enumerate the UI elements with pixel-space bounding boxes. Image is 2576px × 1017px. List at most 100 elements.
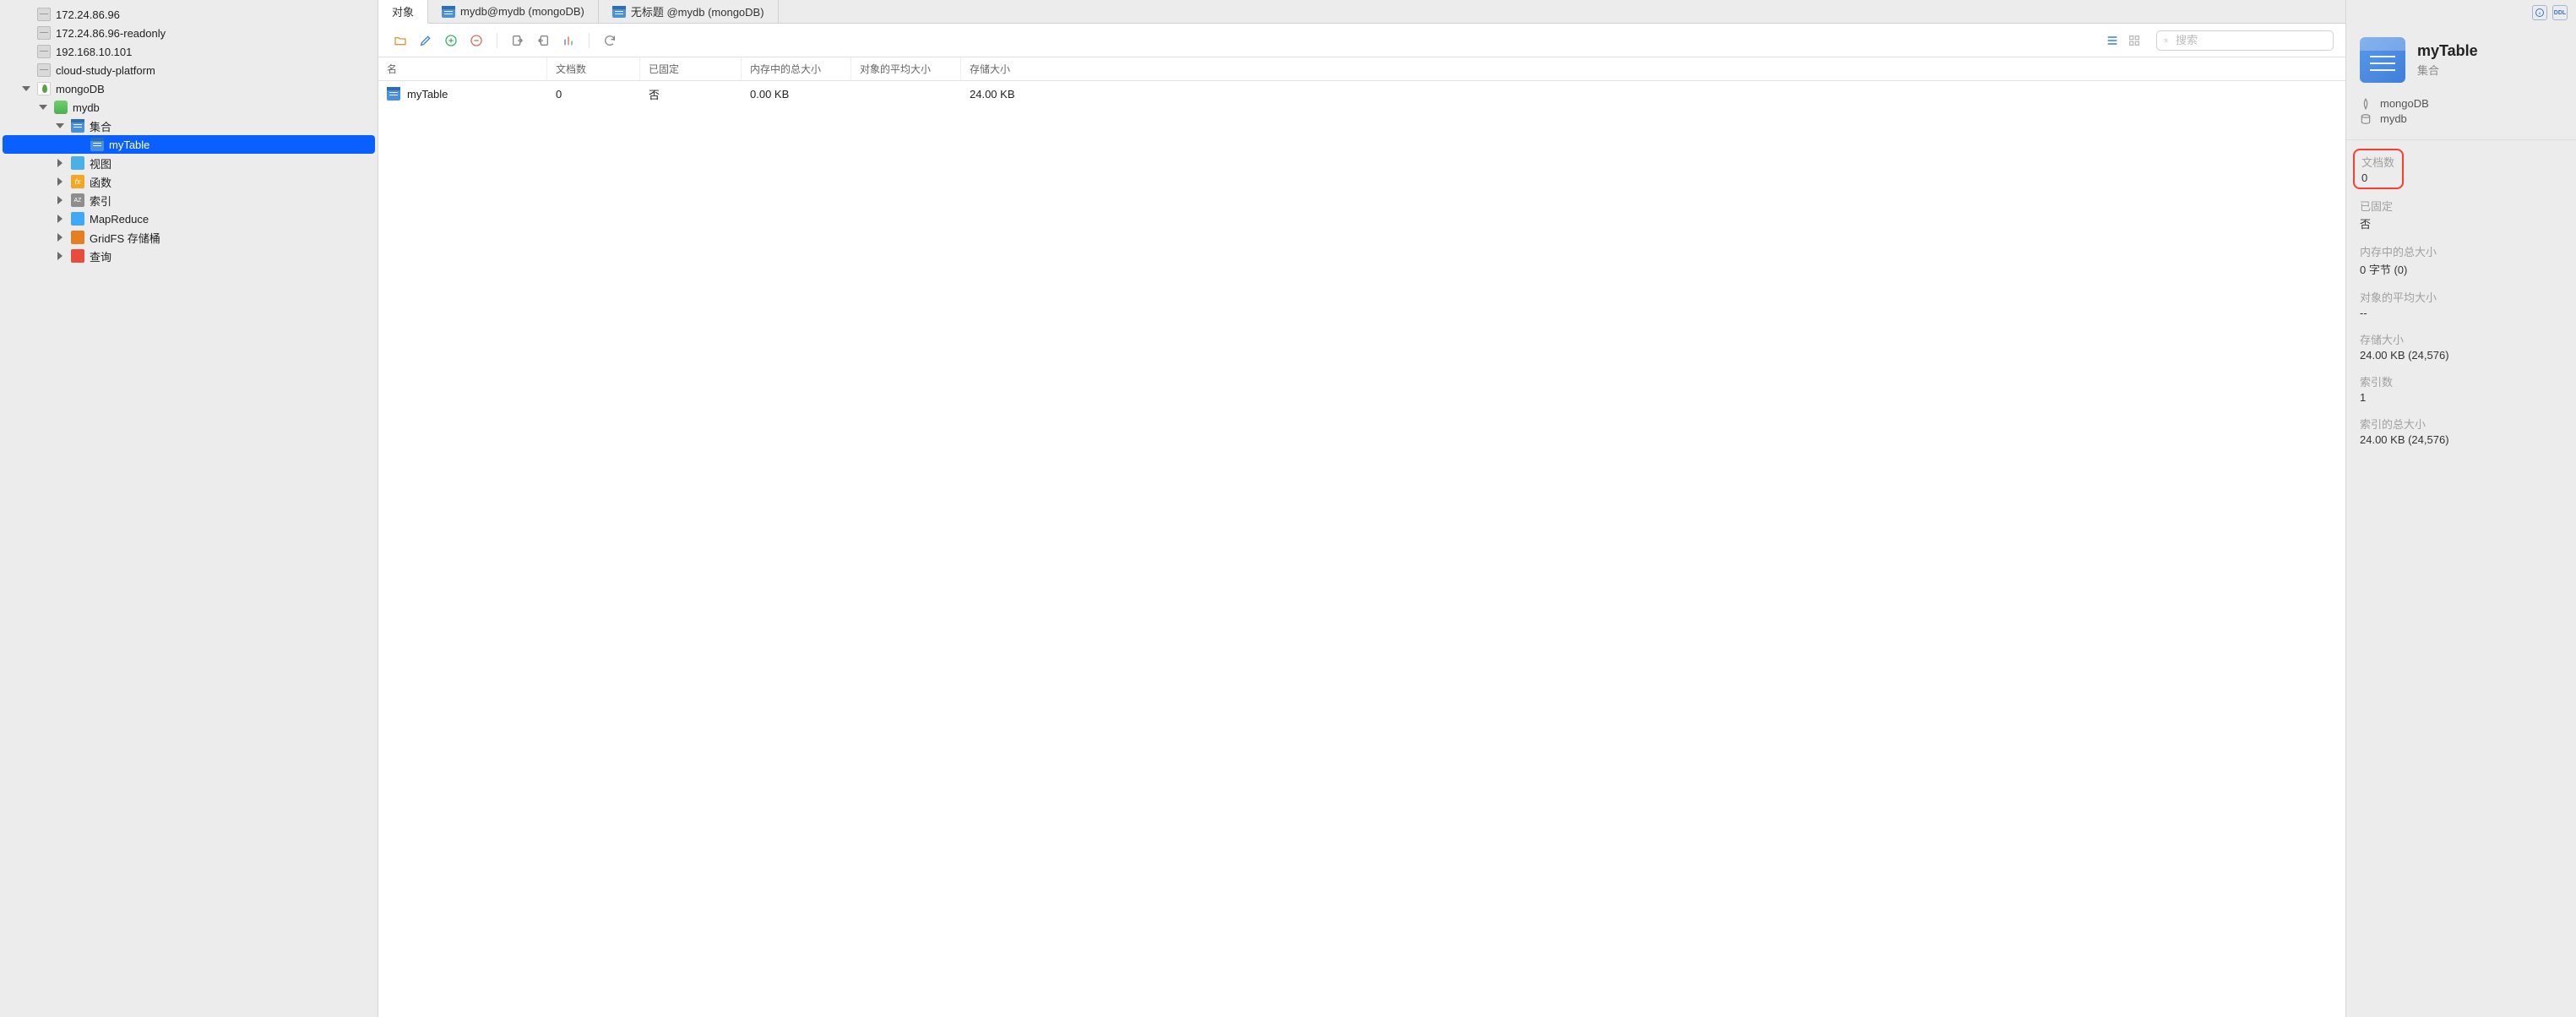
tab-label: 无标题 @mydb (mongoDB) xyxy=(631,3,764,19)
chevron-right-icon[interactable] xyxy=(56,196,64,204)
table-icon xyxy=(612,6,626,18)
chevron-down-icon[interactable] xyxy=(56,122,64,130)
tree-node-mapreduce[interactable]: MapReduce xyxy=(0,209,378,228)
chevron-right-icon[interactable] xyxy=(56,252,64,260)
search-input[interactable] xyxy=(2174,33,2326,47)
chevron-down-icon[interactable] xyxy=(22,84,30,93)
view-icon xyxy=(71,156,84,170)
tab-0[interactable]: 对象 xyxy=(378,0,428,24)
table-icon xyxy=(90,138,104,151)
connection-tree[interactable]: 172.24.86.96 172.24.86.96-readonly 192.168… xyxy=(0,0,378,1017)
tree-node-mongodb[interactable]: mongoDB xyxy=(0,79,378,98)
collection-icon xyxy=(2360,37,2405,83)
info-prop-0: 文档数0 xyxy=(2353,149,2404,189)
tree-node-172-24-86-96-readonly[interactable]: 172.24.86.96-readonly xyxy=(0,24,378,42)
bucket-icon xyxy=(71,231,84,244)
tab-label: mydb@mydb (mongoDB) xyxy=(460,5,584,18)
prop-label: 文档数 xyxy=(2361,154,2395,170)
tree-label: 查询 xyxy=(90,248,111,264)
object-table-body: myTable0否0.00 KB24.00 KB xyxy=(378,81,2345,106)
prop-label: 对象的平均大小 xyxy=(2360,289,2562,305)
server-icon xyxy=(37,8,51,21)
tree-node-mytable[interactable]: myTable xyxy=(3,135,375,154)
tree-label: 索引 xyxy=(90,193,111,209)
info-panel: DDL myTable 集合 mongoDB mydb 文档数0已固定否内存中的… xyxy=(2346,0,2576,1017)
cell-pinned: 否 xyxy=(640,86,742,102)
tree-node--[interactable]: 函数 xyxy=(0,172,378,191)
chevron-down-icon[interactable] xyxy=(39,103,47,111)
add-icon[interactable] xyxy=(441,30,461,51)
info-icon[interactable] xyxy=(2532,5,2547,20)
tree-label: 集合 xyxy=(90,118,111,134)
refresh-icon[interactable] xyxy=(600,30,620,51)
info-prop-4: 存储大小24.00 KB (24,576) xyxy=(2360,331,2562,362)
object-toolbar xyxy=(378,24,2345,57)
tree-label: 192.168.10.101 xyxy=(56,46,132,58)
chevron-right-icon[interactable] xyxy=(56,233,64,242)
tab-2[interactable]: 无标题 @mydb (mongoDB) xyxy=(599,0,779,23)
prop-value: 1 xyxy=(2360,391,2562,404)
chevron-right-icon[interactable] xyxy=(56,159,64,167)
list-view-icon[interactable] xyxy=(2102,30,2122,51)
info-engine: mongoDB xyxy=(2360,97,2562,110)
func-icon xyxy=(71,175,84,188)
tree-label: GridFS 存储桶 xyxy=(90,230,160,246)
tree-node--[interactable]: 查询 xyxy=(0,247,378,265)
toolbar-separator xyxy=(589,33,590,48)
col-name[interactable]: 名 xyxy=(378,57,547,80)
tab-bar: 对象 mydb@mydb (mongoDB) 无标题 @mydb (mongoDB) xyxy=(378,0,2345,24)
mongo-icon xyxy=(37,82,51,95)
cell-docs: 0 xyxy=(547,88,640,101)
info-prop-3: 对象的平均大小-- xyxy=(2360,289,2562,319)
prop-value: 24.00 KB (24,576) xyxy=(2360,349,2562,362)
export-icon[interactable] xyxy=(533,30,553,51)
tree-node-172-24-86-96[interactable]: 172.24.86.96 xyxy=(0,5,378,24)
tree-node--[interactable]: 集合 xyxy=(0,117,378,135)
tab-1[interactable]: mydb@mydb (mongoDB) xyxy=(428,0,599,23)
info-prop-1: 已固定否 xyxy=(2360,198,2562,231)
tree-label: 172.24.86.96 xyxy=(56,8,120,21)
info-subtitle: 集合 xyxy=(2417,62,2478,78)
prop-label: 已固定 xyxy=(2360,198,2562,214)
tree-label: 函数 xyxy=(90,174,111,190)
tree-node--[interactable]: 视图 xyxy=(0,154,378,172)
info-database: mydb xyxy=(2360,112,2562,125)
chart-icon[interactable] xyxy=(558,30,579,51)
delete-icon[interactable] xyxy=(466,30,486,51)
info-prop-5: 索引数1 xyxy=(2360,373,2562,404)
tree-node-mydb[interactable]: mydb xyxy=(0,98,378,117)
index-icon xyxy=(71,193,84,207)
col-memsize[interactable]: 内存中的总大小 xyxy=(742,57,851,80)
ddl-icon[interactable]: DDL xyxy=(2552,5,2568,20)
col-storesize[interactable]: 存储大小 xyxy=(961,57,2345,80)
object-table-header: 名 文档数 已固定 内存中的总大小 对象的平均大小 存储大小 xyxy=(378,57,2345,81)
search-icon xyxy=(2164,35,2169,46)
open-icon[interactable] xyxy=(390,30,410,51)
table-icon xyxy=(387,87,400,101)
query-icon xyxy=(71,249,84,263)
tree-node-cloud-study-platform[interactable]: cloud-study-platform xyxy=(0,61,378,79)
main-content: 对象 mydb@mydb (mongoDB) 无标题 @mydb (mongoDB) xyxy=(378,0,2346,1017)
cell-store: 24.00 KB xyxy=(961,88,2345,101)
prop-value: 0 xyxy=(2361,171,2395,184)
search-box[interactable] xyxy=(2156,30,2334,51)
chevron-right-icon[interactable] xyxy=(56,177,64,186)
row-name: myTable xyxy=(407,88,448,101)
col-docs[interactable]: 文档数 xyxy=(547,57,640,80)
tree-label: 视图 xyxy=(90,155,111,171)
tree-node-gridfs-[interactable]: GridFS 存储桶 xyxy=(0,228,378,247)
grid-view-icon[interactable] xyxy=(2124,30,2144,51)
col-avgsize[interactable]: 对象的平均大小 xyxy=(851,57,961,80)
chevron-right-icon[interactable] xyxy=(56,215,64,223)
col-pinned[interactable]: 已固定 xyxy=(640,57,742,80)
import-icon[interactable] xyxy=(508,30,528,51)
tree-label: mongoDB xyxy=(56,83,105,95)
tree-node-192-168-10-101[interactable]: 192.168.10.101 xyxy=(0,42,378,61)
table-row[interactable]: myTable0否0.00 KB24.00 KB xyxy=(378,81,2345,106)
prop-label: 内存中的总大小 xyxy=(2360,243,2562,259)
tree-label: mydb xyxy=(73,101,100,114)
server-icon xyxy=(37,26,51,40)
prop-value: 否 xyxy=(2360,215,2562,231)
edit-icon[interactable] xyxy=(416,30,436,51)
tree-node--[interactable]: 索引 xyxy=(0,191,378,209)
